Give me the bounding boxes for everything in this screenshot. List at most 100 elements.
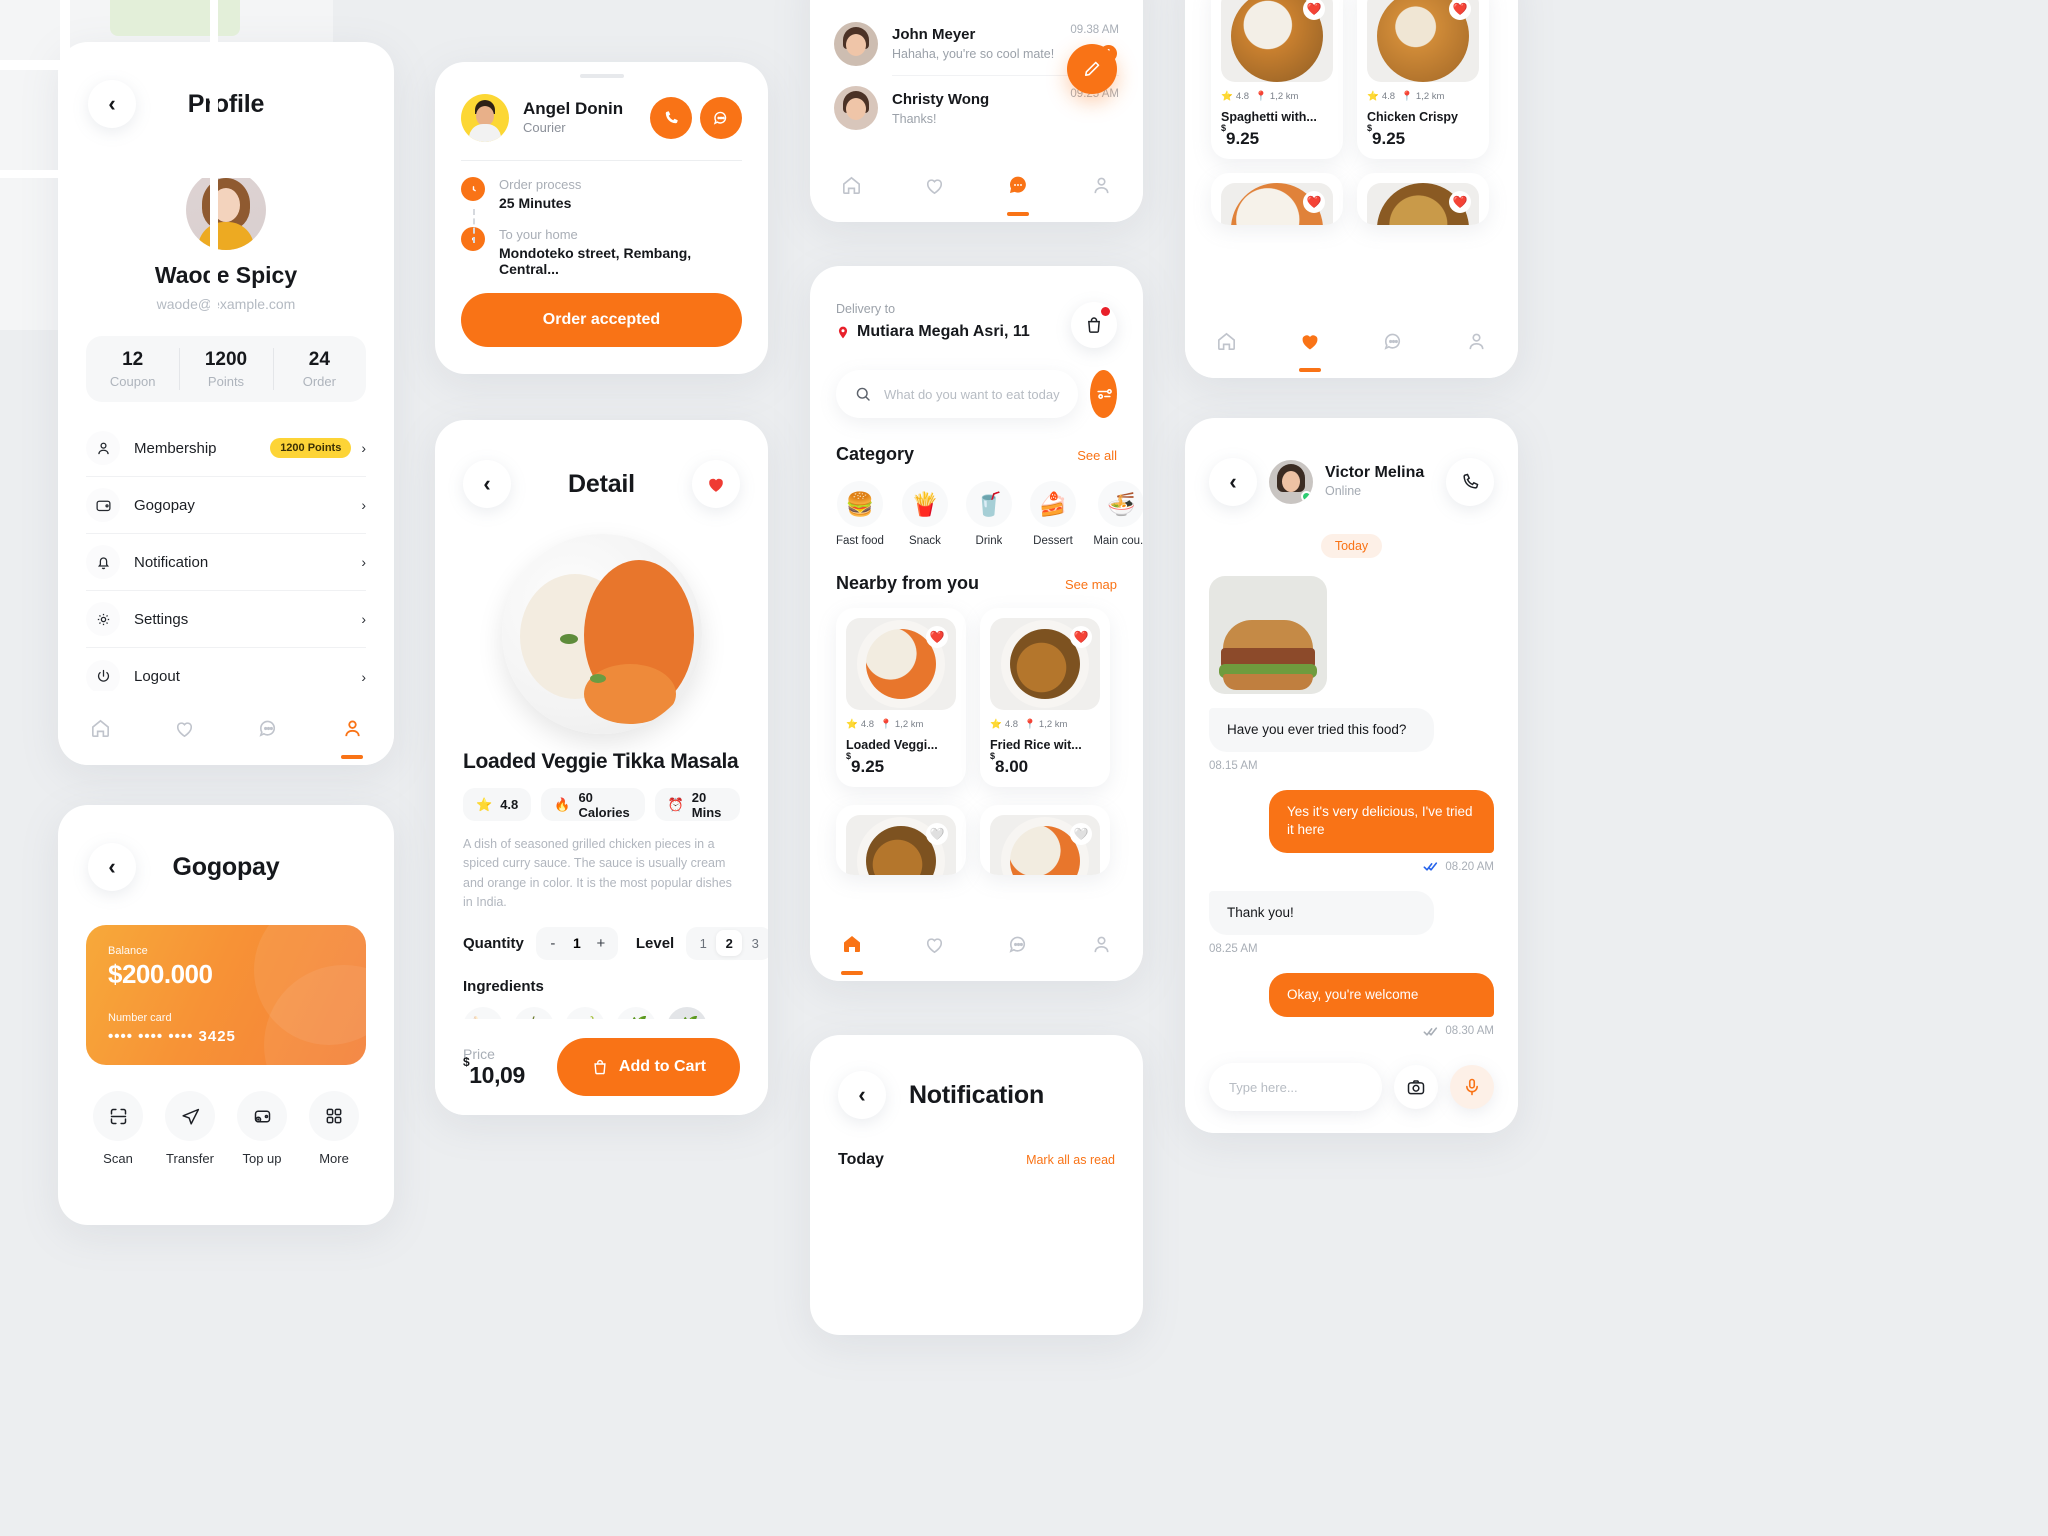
tab-chat[interactable] — [226, 691, 310, 765]
food-card[interactable]: ❤️ — [1357, 173, 1489, 225]
heart-icon — [927, 178, 943, 194]
camera-button[interactable] — [1394, 1065, 1438, 1109]
chip-text: 60 Calories — [578, 789, 630, 820]
action-transfer[interactable]: Transfer — [154, 1091, 226, 1166]
category-main-course[interactable]: 🍜 Main cou... — [1093, 481, 1143, 547]
see-all-link[interactable]: See all — [1077, 448, 1117, 463]
cake-icon: 🍰 — [1029, 481, 1076, 527]
favorite-icon[interactable]: ❤️ — [1303, 0, 1325, 20]
tab-favorites[interactable] — [142, 691, 226, 765]
category-drink[interactable]: 🥤 Drink — [965, 481, 1012, 547]
category-label: Snack — [908, 535, 941, 547]
back-button[interactable]: ‹ — [463, 460, 511, 508]
category-dessert[interactable]: 🍰 Dessert — [1029, 481, 1076, 547]
cart-button[interactable] — [1071, 302, 1117, 348]
level-selector[interactable]: 1 2 3 — [686, 926, 768, 960]
tab-home[interactable] — [810, 148, 893, 222]
see-map-link[interactable]: See map — [1065, 577, 1117, 592]
menu-label: Notification — [134, 553, 209, 571]
food-card[interactable]: ❤️ — [1211, 173, 1343, 225]
quantity-increase[interactable]: + — [588, 930, 614, 956]
topup-wallet-icon — [237, 1091, 287, 1141]
search-input[interactable] — [884, 386, 1060, 402]
pencil-icon — [1084, 61, 1100, 77]
pin-icon: 📍 — [880, 719, 892, 730]
favorite-icon[interactable]: 🤍 — [1070, 823, 1092, 845]
message-input-box[interactable] — [1209, 1063, 1382, 1111]
delivery-address[interactable]: Mutiara Megah Asri, 11 — [836, 323, 1030, 341]
quantity-value: 1 — [572, 935, 581, 951]
menu-item-settings[interactable]: Settings › — [86, 591, 366, 648]
notification-header: ‹ Notification — [810, 1035, 1143, 1119]
courier-name: Angel Donin — [523, 99, 624, 118]
tab-favorites[interactable] — [893, 907, 976, 981]
stat-label: Coupon — [109, 374, 156, 389]
category-snack[interactable]: 🍟 Snack — [901, 481, 948, 547]
favorite-icon[interactable]: ❤️ — [1070, 626, 1092, 648]
favorite-icon[interactable]: ❤️ — [1449, 0, 1471, 20]
food-image: ❤️ — [990, 618, 1100, 710]
menu-item-membership[interactable]: Membership 1200 Points › — [86, 420, 366, 477]
tab-profile[interactable] — [1060, 907, 1143, 981]
menu-item-gogopay[interactable]: Gogopay › — [86, 477, 366, 534]
back-button[interactable]: ‹ — [1209, 458, 1257, 506]
tab-chat[interactable] — [977, 907, 1060, 981]
food-card[interactable]: ❤️ ⭐ 4.8 📍 1,2 km Chicken Crispy $9.25 — [1357, 0, 1489, 159]
quantity-decrease[interactable]: - — [540, 930, 566, 956]
messages-screen: John Meyer Hahaha, you're so cool mate! … — [810, 0, 1143, 222]
chat-header: ‹ Victor Melina Online — [1185, 418, 1518, 506]
favorite-icon[interactable]: ❤️ — [1303, 191, 1325, 213]
message-image[interactable] — [1209, 576, 1327, 694]
order-steps: Order process 25 Minutes To your home Mo… — [435, 161, 768, 277]
search-row — [810, 348, 1143, 418]
courier-identity: Angel Donin Courier — [523, 99, 642, 137]
tab-profile[interactable] — [1060, 148, 1143, 222]
level-option-1[interactable]: 1 — [690, 930, 716, 956]
tab-profile[interactable] — [1435, 304, 1518, 378]
tab-favorites[interactable] — [1268, 304, 1351, 378]
compose-button[interactable] — [1067, 44, 1117, 94]
order-accepted-button[interactable]: Order accepted — [461, 293, 742, 347]
action-scan[interactable]: Scan — [82, 1091, 154, 1166]
date-divider: Today — [1320, 534, 1383, 558]
step-value: 25 Minutes — [499, 195, 572, 211]
food-card[interactable]: ❤️ ⭐ 4.8 📍 1,2 km Fried Rice wit... $8.00 — [980, 608, 1110, 787]
food-card[interactable]: ❤️ ⭐ 4.8 📍 1,2 km Spaghetti with... $9.25 — [1211, 0, 1343, 159]
tab-favorites[interactable] — [893, 148, 976, 222]
search-box[interactable] — [836, 370, 1078, 418]
filter-button[interactable] — [1090, 370, 1117, 418]
rating: ⭐ 4.8 — [990, 719, 1019, 730]
tab-profile[interactable] — [310, 691, 394, 765]
call-button[interactable] — [650, 97, 692, 139]
action-more[interactable]: More — [298, 1091, 370, 1166]
add-to-cart-button[interactable]: Add to Cart — [556, 1038, 740, 1096]
profile-name: Waode Spicy — [154, 262, 298, 288]
tab-chat[interactable] — [1352, 304, 1435, 378]
food-image: ❤️ — [1221, 183, 1333, 225]
favorite-icon[interactable]: ❤️ — [926, 626, 948, 648]
nearby-food-list: ❤️ ⭐ 4.8 📍 1,2 km Loaded Veggi... $9.25 ❤️… — [810, 594, 1143, 787]
level-option-3[interactable]: 3 — [742, 930, 768, 956]
mark-all-read-link[interactable]: Mark all as read — [1026, 1153, 1115, 1167]
quantity-stepper[interactable]: - 1 + — [535, 926, 618, 960]
call-button[interactable] — [1446, 458, 1494, 506]
chat-button[interactable] — [700, 97, 742, 139]
tab-home[interactable] — [1185, 304, 1268, 378]
tab-home[interactable] — [58, 691, 142, 765]
action-topup[interactable]: Top up — [226, 1091, 298, 1166]
favorite-button[interactable] — [691, 460, 740, 508]
action-label: Scan — [103, 1151, 133, 1166]
category-fast-food[interactable]: 🍔 Fast food — [836, 481, 884, 547]
microphone-button[interactable] — [1450, 1065, 1494, 1109]
favorite-icon[interactable]: ❤️ — [1449, 191, 1471, 213]
food-card[interactable]: ❤️ ⭐ 4.8 📍 1,2 km Loaded Veggi... $9.25 — [836, 608, 966, 787]
food-card[interactable]: 🤍 — [980, 805, 1110, 875]
tab-home[interactable] — [810, 907, 893, 981]
food-card[interactable]: 🤍 — [836, 805, 966, 875]
favorite-icon[interactable]: 🤍 — [926, 823, 948, 845]
message-input[interactable] — [1229, 1079, 1362, 1095]
menu-item-notification[interactable]: Notification › — [86, 534, 366, 591]
level-option-2[interactable]: 2 — [716, 930, 743, 956]
courier-header: Angel Donin Courier — [435, 78, 768, 142]
tab-chat[interactable] — [977, 148, 1060, 222]
